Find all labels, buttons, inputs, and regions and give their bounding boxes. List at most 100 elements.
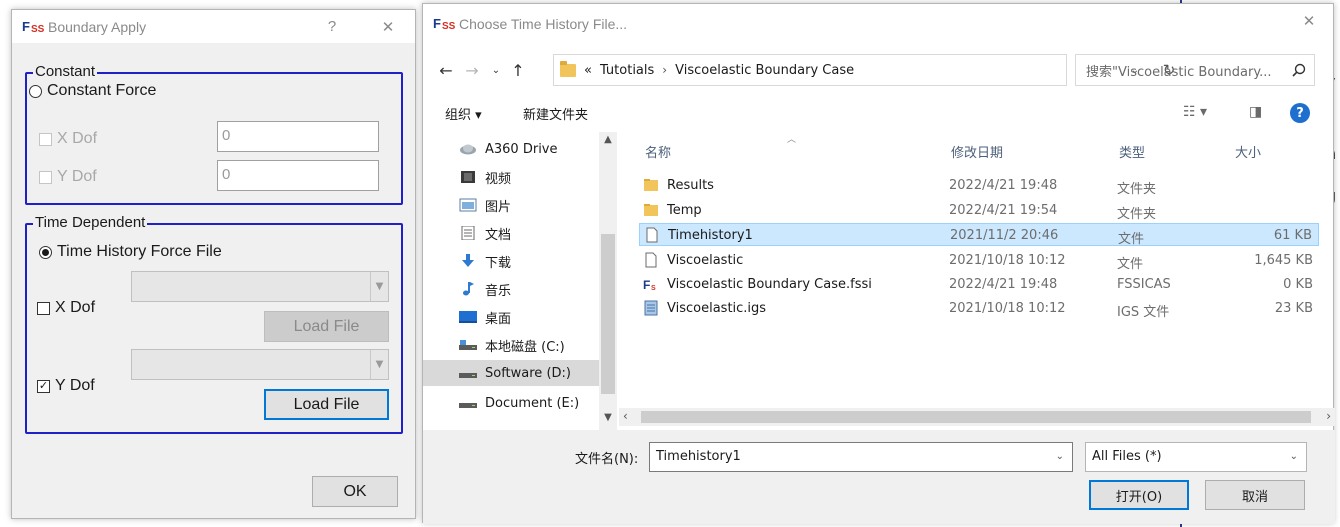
nav-item-pictures[interactable]: 图片 [459,192,609,218]
time-dependent-group-legend: Time Dependent [33,214,148,232]
file-date: 2021/10/18 10:12 [949,301,1066,316]
cancel-button[interactable]: 取消 [1205,480,1305,510]
file-row[interactable]: FS Viscoelastic Boundary Case.fssi 2022/… [639,273,1319,296]
file-date: 2021/10/18 10:12 [949,253,1066,268]
time-y-dof-checkbox[interactable]: ✓ Y Dof [37,377,95,395]
new-folder-button[interactable]: 新建文件夹 [523,104,588,123]
chevron-left-icon[interactable]: ‹ [623,409,628,423]
help-button[interactable]: ? [312,10,352,43]
chevron-up-icon[interactable]: ▲ [599,134,617,145]
close-button[interactable]: ✕ [368,10,408,43]
music-icon [463,282,474,296]
constant-x-dof-input[interactable]: 0 [217,121,379,152]
sort-ascending-icon: ︿ [787,135,797,145]
file-type: 文件夹 [1117,182,1157,197]
column-header-date[interactable]: 修改日期 [951,142,1003,161]
forward-button[interactable]: → [461,54,483,86]
nav-item-drive-d[interactable]: Software (D:) [423,360,599,386]
help-icon: ? [327,18,337,35]
y-load-file-button[interactable]: Load File [264,389,389,420]
checkbox-indicator[interactable] [37,301,50,315]
column-header-name[interactable]: 名称 [645,142,671,161]
time-history-force-file-radio[interactable]: Time History Force File [39,243,222,261]
file-row-selected[interactable]: Timehistory1 2021/11/2 20:46 文件 61 KB [639,223,1319,247]
download-icon [462,254,474,267]
filter-value: All Files (*) [1092,449,1162,464]
arrow-right-icon: → [465,60,479,80]
search-icon [1292,63,1306,77]
file-type-filter[interactable]: All Files (*) ⌄ [1085,442,1307,472]
scroll-thumb[interactable] [601,234,615,394]
video-icon [461,171,475,183]
constant-y-dof-input[interactable]: 0 [217,160,379,191]
file-row[interactable]: Results 2022/4/21 19:48 文件夹 [639,174,1319,197]
time-x-dof-combo[interactable]: ▼ [131,271,389,302]
nav-item-documents[interactable]: 文档 [459,220,609,246]
x-dof-label: X Dof [55,299,96,316]
recent-locations-button[interactable]: ⌄ [485,54,507,86]
chevron-down-icon[interactable]: ⌄ [1056,451,1064,462]
checkbox-indicator[interactable] [39,170,52,184]
constant-group: Constant Constant Force X Dof 0 Y Dof 0 [25,63,403,205]
radio-indicator[interactable] [39,245,52,259]
time-x-dof-checkbox[interactable]: X Dof [37,299,95,317]
nav-item-drive-c[interactable]: 本地磁盘 (C:) [459,332,609,358]
close-icon: ✕ [381,18,395,36]
constant-y-dof-checkbox[interactable]: Y Dof [39,168,97,186]
close-icon: ✕ [1302,12,1316,30]
help-icon[interactable]: ? [1290,103,1310,123]
nav-item-videos[interactable]: 视频 [459,164,609,190]
nav-item-desktop[interactable]: 桌面 [459,304,609,330]
filename-input[interactable]: Timehistory1 ⌄ [649,442,1073,472]
file-row[interactable]: Viscoelastic 2021/10/18 10:12 文件 1,645 K… [639,249,1319,272]
nav-item-label: Document (E:) [485,395,580,411]
scroll-thumb[interactable] [641,411,1311,423]
nav-item-music[interactable]: 音乐 [459,276,609,302]
radio-indicator[interactable] [29,84,42,98]
chevron-down-icon[interactable]: ▼ [599,412,617,423]
column-header-type[interactable]: 类型 [1119,142,1145,161]
filename-label: 文件名(N): [575,452,639,467]
checkbox-indicator[interactable]: ✓ [37,379,50,393]
address-bar[interactable]: « Tutotials › Viscoelastic Boundary Case… [553,54,1175,86]
x-load-file-button[interactable]: Load File [264,311,389,342]
breadcrumb-tutotials[interactable]: Tutotials [600,63,654,78]
checkbox-indicator[interactable] [39,132,52,146]
folder-icon [644,204,658,216]
boundary-apply-dialog: F SS Boundary Apply ? ✕ Constant Constant… [11,9,416,519]
file-row[interactable]: Viscoelastic.igs 2021/10/18 10:12 IGS 文件… [639,297,1319,320]
organize-menu[interactable]: 组织 ▾ [445,104,482,123]
nav-item-label: Software (D:) [485,365,571,381]
file-size: 0 KB [1283,277,1313,292]
view-options-icon[interactable]: ☷ ▾ [1183,104,1207,120]
breadcrumb-separator-icon: › [662,63,668,77]
nav-item-label: 图片 [485,199,512,215]
time-y-dof-combo[interactable]: ▼ [131,349,389,380]
nav-item-a360-drive[interactable]: A360 Drive [459,136,609,162]
file-name: Temp [667,203,702,218]
file-date: 2022/4/21 19:54 [949,203,1058,218]
breadcrumb-current-folder[interactable]: Viscoelastic Boundary Case [675,63,854,78]
back-button[interactable]: ← [435,54,457,86]
close-button[interactable]: ✕ [1289,4,1329,37]
ok-button[interactable]: OK [312,476,398,507]
file-list-hscrollbar[interactable]: ‹ › [619,408,1335,426]
search-input[interactable]: 搜索"Viscoelastic Boundary... [1075,54,1315,86]
nav-scrollbar[interactable]: ▲ ▼ [599,132,617,430]
nav-item-downloads[interactable]: 下载 [459,248,609,274]
open-button[interactable]: 打开(O) [1089,480,1189,510]
file-size: 1,645 KB [1254,253,1313,268]
file-date: 2022/4/21 19:48 [949,178,1058,193]
constant-force-radio[interactable]: Constant Force [29,82,156,100]
up-button[interactable]: ↑ [507,54,529,86]
file-type: IGS 文件 [1117,305,1170,320]
file-type: 文件 [1118,232,1145,247]
breadcrumb-overflow[interactable]: « [584,63,592,78]
constant-x-dof-checkbox[interactable]: X Dof [39,130,97,148]
file-icon [645,252,657,268]
nav-item-drive-e[interactable]: Document (E:) [459,390,609,416]
preview-pane-icon[interactable]: ◨ [1249,104,1262,120]
column-header-size[interactable]: 大小 [1235,142,1261,161]
file-row[interactable]: Temp 2022/4/21 19:54 文件夹 [639,199,1319,222]
chevron-right-icon[interactable]: › [1326,409,1331,423]
